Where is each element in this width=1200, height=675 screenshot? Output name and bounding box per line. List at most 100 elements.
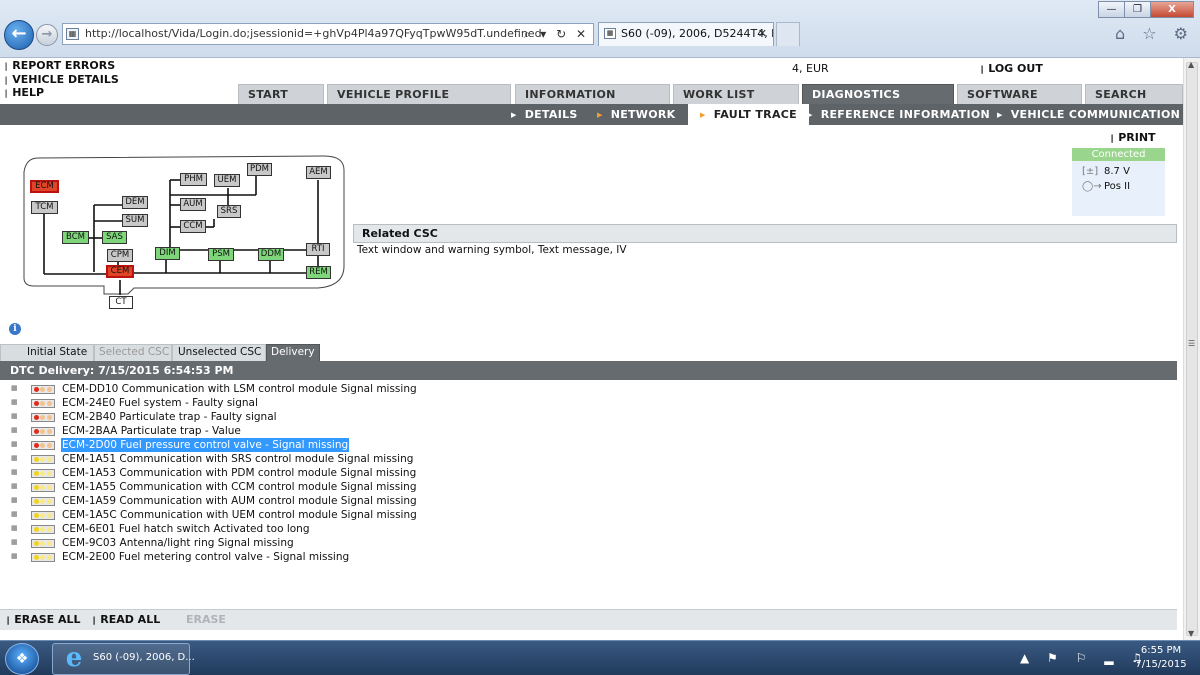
address-bar[interactable]: ▦ http://localhost/Vida/Login.do;jsessio… (62, 23, 594, 45)
node-srs[interactable]: SRS (217, 205, 241, 218)
dtc-row[interactable]: ▦ CEM-6E01 Fuel hatch switch Activated to… (0, 522, 1177, 536)
maximize-button[interactable]: ❐ (1124, 1, 1151, 18)
node-aum[interactable]: AUM (180, 198, 206, 211)
node-rem[interactable]: REM (306, 266, 331, 279)
minimize-button[interactable]: — (1098, 1, 1125, 18)
node-uem[interactable]: UEM (214, 174, 240, 187)
window-controls: — ❐ X (1098, 1, 1194, 18)
expand-icon[interactable]: ▦ (11, 385, 19, 393)
severity-icon (31, 455, 55, 464)
tab-vehicle-profile[interactable]: VEHICLE PROFILE (327, 84, 511, 104)
key-position-value: Pos II (1104, 181, 1131, 192)
report-errors-link[interactable]: REPORT ERRORS (4, 60, 119, 74)
dtc-tab-unselected-csc[interactable]: Unselected CSC (172, 344, 266, 361)
node-bcm[interactable]: BCM (62, 231, 89, 244)
tab-work-list[interactable]: WORK LIST (673, 84, 799, 104)
scroll-down-icon[interactable]: ▼ (1188, 629, 1194, 638)
tab-information[interactable]: INFORMATION (515, 84, 670, 104)
subtab-details[interactable]: DETAILS (511, 104, 578, 125)
page-scrollbar[interactable]: ▲ ☰ ▼ (1183, 58, 1200, 640)
node-dim[interactable]: DIM (155, 247, 180, 260)
subtab-fault-trace[interactable]: FAULT TRACE (688, 104, 809, 125)
print-link[interactable]: PRINT (1110, 131, 1155, 144)
start-button[interactable]: ❖ (5, 643, 39, 675)
subtab-network[interactable]: NETWORK (597, 104, 676, 125)
browser-tab[interactable]: ▦ S60 (-09), 2006, D5244T4, M... ✕ (598, 22, 774, 46)
connection-status: Connected (1072, 148, 1165, 161)
logout-link[interactable]: LOG OUT (980, 62, 1043, 75)
dtc-text: ECM-2B40 Particulate trap - Faulty signa… (62, 411, 277, 423)
dtc-row[interactable]: ▦ CEM-DD10 Communication with LSM control… (0, 382, 1177, 396)
clock[interactable]: 6:55 PM 7/15/2015 (1126, 644, 1196, 672)
subtab-reference-information[interactable]: REFERENCE INFORMATION (807, 104, 990, 125)
close-button[interactable]: X (1150, 1, 1194, 18)
dtc-row[interactable]: ▦ ECM-2E00 Fuel metering control valve - … (0, 550, 1177, 564)
expand-icon[interactable]: ▦ (11, 399, 19, 407)
dtc-row[interactable]: ▦ ECM-2D00 Fuel pressure control valve - … (0, 438, 1177, 452)
expand-icon[interactable]: ▦ (11, 441, 19, 449)
dtc-row[interactable]: ▦ CEM-1A55 Communication with CCM control… (0, 480, 1177, 494)
severity-icon (31, 399, 55, 408)
expand-icon[interactable]: ▦ (11, 483, 19, 491)
tab-search[interactable]: SEARCH (1085, 84, 1183, 104)
node-rti[interactable]: RTI (306, 243, 330, 256)
forward-arrow-icon: → (41, 27, 53, 42)
dtc-text: CEM-DD10 Communication with LSM control … (62, 383, 417, 395)
tab-diagnostics[interactable]: DIAGNOSTICS (802, 84, 954, 104)
expand-icon[interactable]: ▦ (11, 525, 19, 533)
new-tab-button[interactable] (776, 22, 800, 46)
expand-icon[interactable]: ▦ (11, 455, 19, 463)
node-ct[interactable]: CT (109, 296, 133, 309)
node-pdm[interactable]: PDM (247, 163, 272, 176)
node-sas[interactable]: SAS (102, 231, 127, 244)
node-ecm[interactable]: ECM (30, 180, 59, 193)
erase-all-button[interactable]: ERASE ALL (6, 610, 80, 631)
scroll-up-icon[interactable]: ▲ (1188, 60, 1194, 69)
expand-icon[interactable]: ▦ (11, 511, 19, 519)
address-tools-icons[interactable]: ⌕ ▾ ↻ ✕ (524, 24, 589, 44)
node-sum[interactable]: SUM (122, 214, 148, 227)
node-ddm[interactable]: DDM (258, 248, 284, 261)
node-ccm[interactable]: CCM (180, 220, 206, 233)
dtc-tab-delivery[interactable]: Delivery (266, 344, 320, 361)
scrollbar-thumb[interactable] (1186, 62, 1198, 636)
dtc-row[interactable]: ▦ CEM-1A59 Communication with AUM control… (0, 494, 1177, 508)
subtab-vehicle-communication[interactable]: VEHICLE COMMUNICATION (997, 104, 1180, 125)
node-psm[interactable]: PSM (208, 248, 234, 261)
tab-title: S60 (-09), 2006, D5244T4, M... (621, 27, 773, 40)
tab-page-icon: ▦ (604, 28, 616, 39)
expand-icon[interactable]: ▦ (11, 539, 19, 547)
dtc-row[interactable]: ▦ ECM-2B40 Particulate trap - Faulty sign… (0, 410, 1177, 424)
node-tcm[interactable]: TCM (31, 201, 58, 214)
node-phm[interactable]: PHM (180, 173, 207, 186)
expand-icon[interactable]: ▦ (11, 497, 19, 505)
node-cpm[interactable]: CPM (107, 249, 133, 262)
expand-icon[interactable]: ▦ (11, 413, 19, 421)
dtc-row[interactable]: ▦ CEM-1A5C Communication with UEM control… (0, 508, 1177, 522)
expand-icon[interactable]: ▦ (11, 553, 19, 561)
dtc-row[interactable]: ▦ CEM-1A53 Communication with PDM control… (0, 466, 1177, 480)
dtc-row[interactable]: ▦ ECM-2BAA Particulate trap - Value (0, 424, 1177, 438)
dtc-row[interactable]: ▦ CEM-1A51 Communication with SRS control… (0, 452, 1177, 466)
tab-close-icon[interactable]: ✕ (758, 23, 767, 45)
tab-start[interactable]: START (238, 84, 324, 104)
expand-icon[interactable]: ▦ (11, 469, 19, 477)
back-button[interactable]: ← (4, 20, 34, 50)
dtc-tab-initial-state[interactable]: Initial State (0, 344, 94, 361)
info-icon[interactable]: i (9, 323, 21, 335)
toolbar-icons[interactable]: ⌂ ☆ ⚙ (1115, 24, 1194, 43)
forward-button[interactable]: → (36, 24, 58, 46)
dtc-header: DTC Delivery: 7/15/2015 6:54:53 PM (0, 361, 1177, 380)
tab-software[interactable]: SOFTWARE (957, 84, 1082, 104)
dtc-row[interactable]: ▦ ECM-24E0 Fuel system - Faulty signal (0, 396, 1177, 410)
node-cem[interactable]: CEM (106, 265, 134, 278)
dtc-text: CEM-1A51 Communication with SRS control … (62, 453, 414, 465)
taskbar: ❖ e S60 (-09), 2006, D... ▲ ⚑ ⚐ ▂ ♫ 6:55… (0, 640, 1200, 675)
expand-icon[interactable]: ▦ (11, 427, 19, 435)
erase-button: ERASE (186, 613, 226, 626)
dtc-row[interactable]: ▦ CEM-9C03 Antenna/light ring Signal miss… (0, 536, 1177, 550)
node-aem[interactable]: AEM (306, 166, 331, 179)
node-dem[interactable]: DEM (122, 196, 148, 209)
internet-explorer-icon: e (65, 643, 83, 673)
read-all-button[interactable]: READ ALL (92, 610, 160, 631)
